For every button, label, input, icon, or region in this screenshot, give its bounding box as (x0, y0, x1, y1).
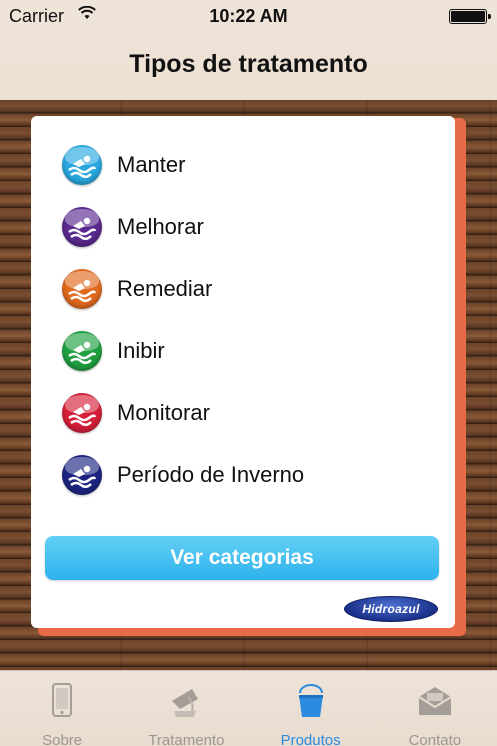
treatment-label: Monitorar (117, 400, 210, 425)
treatment-item-4[interactable]: Monitorar (31, 382, 455, 444)
tab-label: Produtos (280, 732, 341, 746)
swimmer-icon (62, 145, 102, 185)
swimmer-icon (62, 393, 102, 433)
status-bar: Carrier 10:22 AM (0, 0, 497, 32)
treatment-item-3[interactable]: Inibir (31, 320, 455, 382)
swimmer-icon (62, 455, 102, 495)
phone-icon (42, 671, 82, 724)
swimmer-icon (62, 331, 102, 371)
treatment-item-1[interactable]: Melhorar (31, 196, 455, 258)
swimmer-icon (62, 269, 102, 309)
treatment-item-2[interactable]: Remediar (31, 258, 455, 320)
treatment-label: Manter (117, 152, 186, 177)
clock: 10:22 AM (209, 6, 288, 26)
page-title: Tipos de tratamento (129, 50, 368, 78)
swimmer-icon (62, 207, 102, 247)
treatment-item-5[interactable]: Período de Inverno (31, 444, 455, 506)
app-screen: Carrier 10:22 AM Tipos de tratamento Man… (0, 0, 497, 746)
tab-bar: Sobre Tratamento Produtos Contato (0, 670, 497, 746)
tab-produtos[interactable]: Produtos (249, 671, 373, 746)
battery-icon (449, 9, 491, 24)
pour-icon (166, 671, 206, 724)
treatment-label: Período de Inverno (117, 462, 305, 487)
treatment-label: Melhorar (117, 214, 204, 239)
envelope-icon (415, 671, 455, 724)
top-bar: Carrier 10:22 AM Tipos de tratamento (0, 0, 497, 100)
tab-label: Sobre (42, 732, 83, 746)
treatment-label: Inibir (117, 338, 165, 363)
tab-label: Tratamento (148, 732, 225, 746)
tab-sobre[interactable]: Sobre (0, 671, 124, 746)
hidroazul-logo: Hidroazul (344, 596, 438, 622)
tab-contato[interactable]: Contato (373, 671, 497, 746)
view-categories-label: Ver categorias (170, 546, 314, 569)
treatment-label: Remediar (117, 276, 213, 301)
treatment-list: Manter Melhorar Remediar Inibir Monitorar Per… (31, 134, 455, 506)
tab-label: Contato (408, 732, 462, 746)
bucket-icon (291, 671, 331, 724)
view-categories-button[interactable]: Ver categorias (45, 536, 439, 580)
treatment-card: Manter Melhorar Remediar Inibir Monitorar Per… (31, 116, 455, 628)
treatment-item-0[interactable]: Manter (31, 134, 455, 196)
tab-tratamento[interactable]: Tratamento (124, 671, 248, 746)
logo-text: Hidroazul (362, 602, 420, 616)
